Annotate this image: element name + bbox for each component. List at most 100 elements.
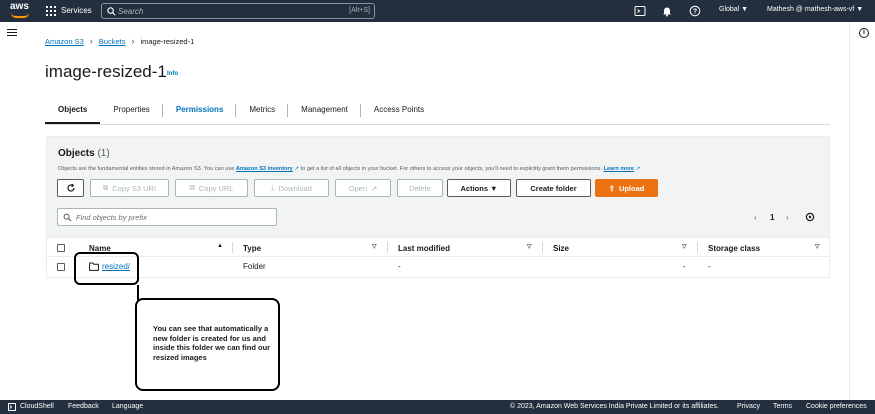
tab-management[interactable]: Management <box>288 99 361 124</box>
right-rail-divider <box>849 22 850 400</box>
footer-language[interactable]: Language <box>112 403 143 410</box>
object-storage-class: - <box>708 262 711 271</box>
find-objects-placeholder: Find objects by prefix <box>76 213 147 222</box>
sort-icon[interactable]: ▽ <box>815 243 820 250</box>
aws-logo-text: aws <box>10 1 29 12</box>
search-icon <box>63 213 72 222</box>
find-objects-input[interactable]: Find objects by prefix <box>57 208 277 226</box>
refresh-button[interactable] <box>57 179 84 197</box>
download-button[interactable]: ⤓ Download <box>254 179 329 197</box>
search-shortcut: [Alt+S] <box>349 7 370 14</box>
tab-access-points[interactable]: Access Points <box>361 99 437 124</box>
tab-properties[interactable]: Properties <box>100 99 163 124</box>
footer-privacy[interactable]: Privacy <box>737 403 760 410</box>
objects-count: (1) <box>97 148 110 159</box>
aws-logo[interactable]: aws <box>10 2 32 20</box>
bell-icon[interactable] <box>661 5 673 17</box>
chevron-right-icon[interactable]: › <box>786 213 789 222</box>
cloudshell-icon[interactable] <box>634 5 646 17</box>
tab-label: Metrics <box>249 105 276 114</box>
footer-feedback[interactable]: Feedback <box>68 403 99 410</box>
external-link-icon: ↗ <box>294 166 300 172</box>
chevron-left-icon[interactable]: ‹ <box>754 213 757 222</box>
tab-label: Access Points <box>373 105 425 114</box>
breadcrumb-amazon-s3[interactable]: Amazon S3 <box>45 37 84 46</box>
refresh-icon <box>66 183 75 192</box>
info-link[interactable]: Info <box>167 71 178 77</box>
sort-icon[interactable]: ▽ <box>527 243 532 250</box>
upload-button[interactable]: ⇪ Upload <box>595 179 658 197</box>
search-placeholder: Search <box>118 7 144 16</box>
region-selector[interactable]: Global ▼ <box>719 6 748 13</box>
table-row: resized/ Folder - - - <box>47 257 829 277</box>
top-navigation: aws Services Search [Alt+S] ? Global ▼ M… <box>0 0 875 22</box>
external-link-icon: ↗ <box>635 166 641 172</box>
button-label: Upload <box>618 183 645 193</box>
column-last-modified[interactable]: Last modified <box>398 244 450 253</box>
annotation-text: You can see that automatically a new fol… <box>153 324 271 362</box>
annotation-callout: You can see that automatically a new fol… <box>135 298 280 391</box>
hamburger-menu-icon[interactable] <box>7 29 17 37</box>
footer-cookie-preferences[interactable]: Cookie preferences <box>806 403 867 410</box>
select-all-checkbox[interactable] <box>57 244 65 252</box>
actions-dropdown[interactable]: Actions ▼ <box>447 179 511 197</box>
tab-metrics[interactable]: Metrics <box>236 99 289 124</box>
learn-more-link[interactable]: Learn more <box>604 166 634 172</box>
footer-cloudshell[interactable]: CloudShell <box>20 403 54 410</box>
button-label: Actions ▼ <box>460 183 498 193</box>
open-button[interactable]: Open ↗ <box>335 179 391 197</box>
console-footer: CloudShell Feedback Language © 2023, Ama… <box>0 400 875 414</box>
create-folder-button[interactable]: Create folder <box>516 179 591 197</box>
tab-label: Management <box>301 105 348 114</box>
footer-terms[interactable]: Terms <box>773 403 792 410</box>
delete-button[interactable]: Delete <box>397 179 443 197</box>
tab-objects[interactable]: Objects <box>45 99 101 124</box>
tab-label: Objects <box>58 105 88 114</box>
chevron-right-icon: › <box>131 36 135 46</box>
tab-permissions[interactable]: Permissions <box>163 99 237 124</box>
breadcrumb: Amazon S3 › Buckets › image-resized-1 <box>45 36 194 46</box>
page-number[interactable]: 1 <box>770 213 774 222</box>
s3-inventory-link[interactable]: Amazon S3 inventory <box>236 166 293 172</box>
breadcrumb-buckets[interactable]: Buckets <box>99 37 126 46</box>
global-search-input[interactable]: Search [Alt+S] <box>101 3 375 19</box>
cloudshell-icon <box>8 403 16 411</box>
help-icon[interactable]: ? <box>689 5 701 17</box>
copy-url-button[interactable]: ⧉ Copy URL <box>175 179 248 197</box>
column-storage-class[interactable]: Storage class <box>708 244 760 253</box>
column-size[interactable]: Size <box>553 244 569 253</box>
object-size: - <box>683 262 686 271</box>
services-menu[interactable]: Services <box>61 6 92 15</box>
button-label: Download <box>278 183 312 193</box>
external-link-icon: ↗ <box>371 183 378 193</box>
copy-s3-uri-button[interactable]: ⧉ Copy S3 URI <box>90 179 169 197</box>
object-last-modified: - <box>398 262 401 271</box>
chevron-right-icon: › <box>89 36 93 46</box>
tab-label: Properties <box>113 105 150 114</box>
object-type: Folder <box>243 262 266 271</box>
button-label: Copy S3 URI <box>112 183 157 193</box>
account-menu[interactable]: Mathesh @ mathesh-aws-vf ▼ <box>767 6 863 13</box>
bucket-tabs: Objects Properties Permissions Metrics M… <box>45 99 830 125</box>
button-label: Copy URL <box>198 183 234 193</box>
description-text: to get a list of all objects in your buc… <box>300 166 603 172</box>
button-label: Open <box>348 183 368 193</box>
button-label: Create folder <box>530 183 577 193</box>
objects-panel: Objects (1) Objects are the fundamental … <box>46 136 830 278</box>
objects-heading: Objects (1) <box>58 148 110 159</box>
svg-text:?: ? <box>693 8 697 15</box>
page-title: image-resized-1 <box>45 62 167 81</box>
sort-icon[interactable]: ▽ <box>682 243 687 250</box>
services-grid-icon[interactable] <box>46 6 56 16</box>
description-text: Objects are the fundamental entities sto… <box>58 166 235 172</box>
copy-icon: ⧉ <box>189 183 195 192</box>
objects-description: Objects are the fundamental entities sto… <box>58 166 640 172</box>
annotation-highlight <box>74 252 139 285</box>
column-type[interactable]: Type <box>243 244 261 253</box>
settings-icon[interactable] <box>805 212 815 222</box>
sort-icon[interactable]: ▽ <box>372 243 377 250</box>
breadcrumb-current: image-resized-1 <box>140 36 195 46</box>
info-panel-icon[interactable]: i <box>859 28 869 38</box>
row-checkbox[interactable] <box>57 263 65 271</box>
sort-ascending-icon[interactable]: ▲ <box>217 243 223 249</box>
